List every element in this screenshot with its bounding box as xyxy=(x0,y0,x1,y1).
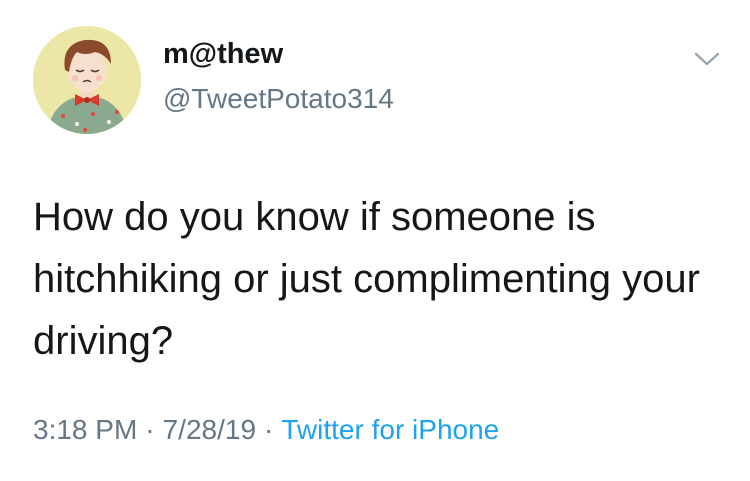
tweet-text: How do you know if someone is hitchhikin… xyxy=(33,195,700,363)
meta-separator: · xyxy=(264,414,274,445)
tweet-date[interactable]: 7/28/19 xyxy=(163,414,256,445)
cartoon-boy-avatar-icon xyxy=(33,26,141,134)
meta-separator: · xyxy=(145,414,155,445)
avatar[interactable] xyxy=(33,26,141,134)
tweet-source-link[interactable]: Twitter for iPhone xyxy=(281,414,499,445)
user-handle[interactable]: @TweetPotato314 xyxy=(163,82,394,116)
tweet-card: m@thew @TweetPotato314 How do you know i… xyxy=(0,0,750,481)
display-name[interactable]: m@thew xyxy=(163,36,283,72)
tweet-time[interactable]: 3:18 PM xyxy=(33,414,137,445)
tweet-meta: 3:18 PM · 7/28/19 · Twitter for iPhone xyxy=(33,412,499,448)
chevron-down-icon[interactable] xyxy=(690,48,724,70)
